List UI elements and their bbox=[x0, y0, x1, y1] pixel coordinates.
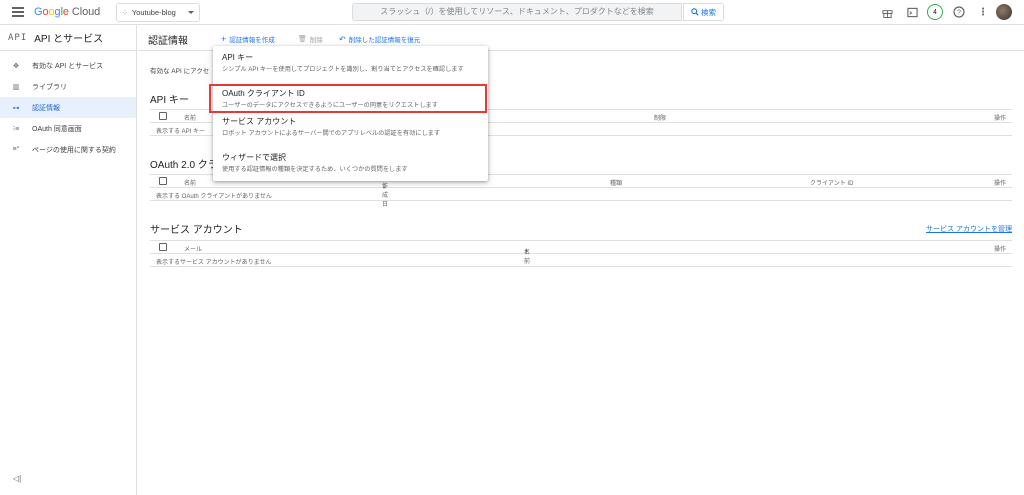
manage-service-accounts-link[interactable]: サービス アカウントを管理 bbox=[926, 224, 1012, 234]
create-credentials-menu: API キー シンプル API キーを使用してプロジェクトを識別し、割り当てとア… bbox=[213, 46, 488, 181]
col-action: 操作 bbox=[993, 247, 1006, 253]
search-icon bbox=[691, 8, 699, 16]
restore-label: 削除した認証情報を復元 bbox=[348, 37, 421, 44]
restore-button[interactable]: ↶ 削除した認証情報を復元 bbox=[339, 34, 421, 45]
logo-google: Google bbox=[34, 6, 69, 18]
menu-item-api-key[interactable]: API キー シンプル API キーを使用してプロジェクトを識別し、割り当てとア… bbox=[213, 52, 488, 74]
menu-item-title: サービス アカウント bbox=[222, 117, 297, 126]
delete-label: 削除 bbox=[309, 37, 323, 44]
notification-badge[interactable]: 4 bbox=[927, 4, 943, 20]
sidebar-item-oauth-consent[interactable]: ⁝≡ OAuth 同意画面 bbox=[0, 118, 136, 139]
svg-text:?: ? bbox=[957, 10, 961, 17]
menu-item-title: ウィザードで選択 bbox=[222, 153, 286, 162]
gift-icon[interactable] bbox=[880, 5, 894, 19]
api-diamond-icon: ✥ bbox=[13, 62, 19, 70]
sidebar-item-credentials[interactable]: ⊶ 認証情報 bbox=[0, 97, 136, 118]
page-title: 認証情報 bbox=[148, 36, 188, 47]
key-icon: ⊶ bbox=[12, 104, 20, 112]
delete-button[interactable]: 🗑 削除 bbox=[298, 34, 323, 44]
col-client-id: クライアント ID bbox=[810, 181, 854, 187]
sidebar-item-label: 認証情報 bbox=[32, 104, 60, 112]
oauth-title: OAuth 2.0 クラ bbox=[150, 160, 218, 171]
create-credentials-button[interactable]: + 認証情報を作成 bbox=[221, 34, 275, 44]
sidebar-item-label: 有効な API とサービス bbox=[32, 62, 104, 70]
sidebar-item-page-usage[interactable]: ≡° ページの使用に関する契約 bbox=[0, 139, 136, 160]
col-action: 操作 bbox=[993, 181, 1006, 187]
chevron-down-icon bbox=[188, 11, 194, 14]
col-action: 操作 bbox=[993, 116, 1006, 122]
sidebar-item-library[interactable]: ▥ ライブラリ bbox=[0, 76, 136, 97]
sidebar-item-enabled-apis[interactable]: ✥ 有効な API とサービス bbox=[0, 55, 136, 76]
menu-item-desc: 使用する認証情報の種類を決定するため、いくつかの質問をします bbox=[222, 166, 408, 173]
sidebar-item-label: ライブラリ bbox=[32, 83, 67, 91]
trash-icon: 🗑 bbox=[298, 36, 307, 43]
menu-item-service-account[interactable]: サービス アカウント ロボット アカウントによるサーバー間でのアプリレベルの認証… bbox=[213, 116, 488, 138]
arrow-up-icon: ↑ bbox=[524, 247, 528, 256]
menu-item-wizard[interactable]: ウィザードで選択 使用する認証情報の種類を決定するため、いくつかの質問をします bbox=[213, 152, 488, 174]
sidebar-item-label: OAuth 同意画面 bbox=[32, 125, 82, 133]
consent-icon: ⁝≡ bbox=[12, 125, 20, 133]
search-button[interactable]: 検索 bbox=[683, 3, 724, 21]
more-vert-icon[interactable]: ⋮ bbox=[976, 5, 990, 19]
table-row: 表示するサービス アカウントがありません bbox=[150, 254, 1012, 267]
plus-icon: + bbox=[221, 34, 227, 44]
cloud-shell-icon[interactable] bbox=[905, 5, 919, 19]
col-mail[interactable]: メール bbox=[184, 244, 202, 253]
sidebar-item-label: ページの使用に関する契約 bbox=[32, 146, 116, 154]
sidebar-header: API API とサービス bbox=[0, 25, 136, 51]
sidebar: API API とサービス ✥ 有効な API とサービス ▥ ライブラリ ⊶ … bbox=[0, 25, 137, 495]
library-icon: ▥ bbox=[12, 83, 20, 91]
table-header: メール 名前 ↑ 操作 bbox=[150, 240, 1012, 265]
project-name: Youtube-blog bbox=[131, 8, 176, 17]
table-row: 表示する OAuth クライアントがありません bbox=[150, 188, 1012, 201]
col-restriction: 制限 bbox=[654, 116, 667, 122]
col-name[interactable]: 名前 bbox=[184, 113, 196, 122]
logo-cloud: Cloud bbox=[71, 6, 101, 18]
service-accounts-title: サービス アカウント bbox=[150, 225, 243, 236]
sidebar-title: API とサービス bbox=[34, 34, 104, 45]
highlight-box bbox=[209, 84, 487, 113]
col-type: 種類 bbox=[610, 181, 623, 187]
menu-item-desc: ロボット アカウントによるサーバー間でのアプリレベルの認証を有効にします bbox=[222, 130, 441, 137]
service-accounts-table: メール 名前 ↑ 操作 表示するサービス アカウントがありません bbox=[150, 240, 1012, 267]
collapse-sidebar-icon[interactable]: ◁| bbox=[13, 474, 21, 483]
search-button-label: 検索 bbox=[701, 7, 716, 17]
intro-text: 有効な API にアクセ bbox=[150, 68, 210, 75]
select-all-checkbox[interactable] bbox=[159, 112, 167, 120]
avatar[interactable] bbox=[996, 4, 1012, 20]
search-input[interactable]: スラッシュ（/）を使用してリソース、ドキュメント、プロダクトなどを検索 bbox=[352, 3, 682, 21]
settings-icon: ≡° bbox=[12, 146, 20, 153]
help-icon[interactable]: ? bbox=[952, 5, 966, 19]
google-cloud-logo[interactable]: Google Cloud bbox=[34, 6, 100, 18]
arrow-down-icon: ↓ bbox=[382, 181, 386, 190]
col-name[interactable]: 名前 bbox=[184, 178, 196, 187]
select-all-checkbox[interactable] bbox=[159, 177, 167, 185]
undo-icon: ↶ bbox=[339, 34, 346, 44]
create-credentials-label: 認証情報を作成 bbox=[229, 37, 275, 44]
menu-item-desc: シンプル API キーを使用してプロジェクトを識別し、割り当てとアクセスを確認し… bbox=[222, 66, 464, 73]
project-icon: ⁘ bbox=[122, 9, 128, 17]
top-bar: Google Cloud ⁘ Youtube-blog スラッシュ（/）を使用し… bbox=[0, 0, 1024, 25]
project-selector[interactable]: ⁘ Youtube-blog bbox=[116, 3, 200, 22]
menu-icon[interactable] bbox=[12, 7, 24, 17]
api-keys-title: API キー bbox=[150, 95, 189, 106]
menu-item-title: API キー bbox=[222, 53, 254, 62]
api-logo: API bbox=[8, 32, 28, 43]
select-all-checkbox[interactable] bbox=[159, 243, 167, 251]
